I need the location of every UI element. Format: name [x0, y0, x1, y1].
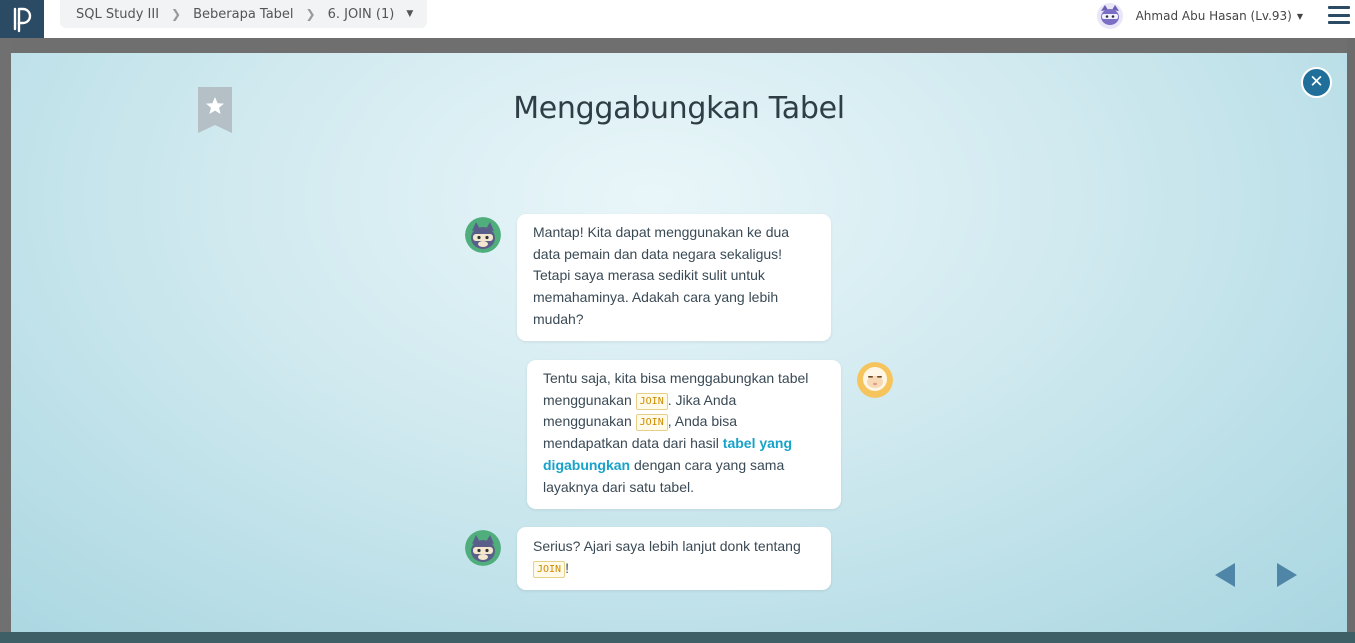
ninja-cat-avatar — [465, 217, 501, 253]
prev-arrow-icon[interactable] — [1213, 562, 1237, 588]
logo-icon[interactable] — [0, 0, 44, 38]
backdrop-strip-right — [1347, 38, 1355, 632]
top-bar: SQL Study III ❯ Beberapa Tabel ❯ 6. JOIN… — [0, 0, 1355, 38]
backdrop-strip-left — [0, 38, 11, 632]
breadcrumb-item-course[interactable]: SQL Study III — [76, 7, 159, 22]
user-avatar[interactable] — [1096, 2, 1124, 30]
breadcrumb: SQL Study III ❯ Beberapa Tabel ❯ 6. JOIN… — [60, 0, 428, 28]
user-name[interactable]: Ahmad Abu Hasan (Lv.93) — [1136, 9, 1292, 23]
modal-title: Menggabungkan Tabel — [513, 91, 845, 126]
lesson-modal: Menggabungkan Tabel ✕ Mantap! Kita dapat… — [11, 53, 1347, 632]
chat-text-segment: ! — [565, 559, 569, 576]
sheep-avatar — [857, 362, 893, 398]
ninja-cat-avatar — [465, 530, 501, 566]
chevron-right-icon: ❯ — [171, 7, 182, 21]
code-tag: JOIN — [533, 560, 566, 578]
caret-down-icon[interactable]: ▼ — [406, 9, 413, 19]
caret-down-icon[interactable]: ▼ — [1297, 12, 1303, 21]
chat-text-segment: Serius? Ajari saya lebih lanjut donk ten… — [533, 538, 801, 554]
chat-bubble-3: Serius? Ajari saya lebih lanjut donk ten… — [517, 527, 831, 590]
chat-bubble-2: Tentu saja, kita bisa menggabungkan tabe… — [527, 360, 841, 509]
next-arrow-icon[interactable] — [1275, 562, 1299, 588]
chat-bubble-text: Mantap! Kita dapat menggunakan ke dua da… — [533, 224, 790, 327]
breadcrumb-item-chapter[interactable]: Beberapa Tabel — [193, 7, 293, 22]
hamburger-menu-icon[interactable] — [1328, 4, 1350, 26]
backdrop-strip-bottom — [0, 632, 1355, 643]
close-icon[interactable]: ✕ — [1301, 67, 1332, 98]
backdrop-strip-top — [11, 38, 1347, 53]
breadcrumb-item-lesson[interactable]: 6. JOIN (1) — [328, 7, 395, 22]
code-tag: JOIN — [635, 392, 668, 410]
chevron-right-icon: ❯ — [305, 7, 316, 21]
code-tag: JOIN — [635, 414, 668, 432]
chat-bubble-1: Mantap! Kita dapat menggunakan ke dua da… — [517, 214, 831, 341]
user-menu[interactable]: Ahmad Abu Hasan (Lv.93) ▼ — [1096, 0, 1303, 32]
